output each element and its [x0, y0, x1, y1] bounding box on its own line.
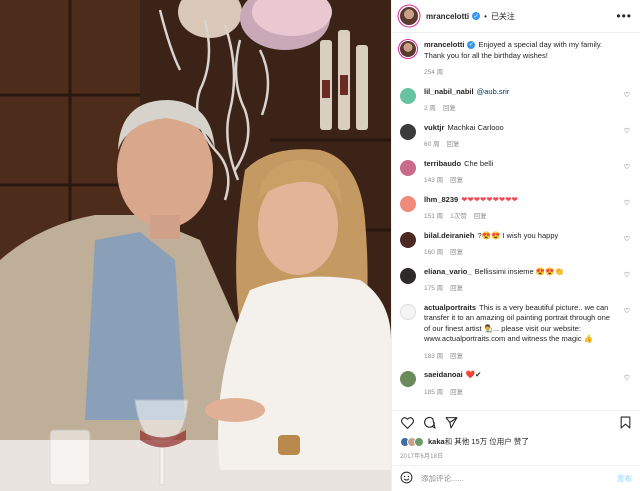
comment-meta: 185 周回复: [424, 388, 616, 399]
first-liker[interactable]: kaka: [428, 437, 445, 446]
comment-age: 175 周: [424, 285, 444, 292]
liker-avatars: [400, 436, 424, 447]
comment-age: 183 周: [424, 352, 444, 360]
action-bar: [392, 410, 640, 434]
commenter-avatar[interactable]: [400, 123, 416, 140]
likes-text[interactable]: 和 其他 15万 位用户 赞了: [445, 436, 529, 447]
commenter-avatar[interactable]: [400, 267, 416, 284]
commenter-avatar[interactable]: [400, 231, 416, 248]
like-heart-icon[interactable]: ♡: [624, 307, 630, 315]
comment-input[interactable]: [421, 474, 617, 483]
side-panel: mrancelotti ✓ • 已关注 ••• mrancelotti ✓ Enjo…: [391, 0, 640, 491]
commenter-avatar[interactable]: [400, 159, 416, 176]
caption-age: 254 周: [424, 69, 444, 76]
like-heart-icon[interactable]: ♡: [624, 163, 630, 171]
reply-button[interactable]: 回复: [450, 249, 463, 256]
like-heart-icon[interactable]: ♡: [624, 271, 630, 279]
comment: actualportraits This is a very beautiful …: [400, 303, 632, 363]
comment-age: 2 周: [424, 105, 436, 112]
reply-button[interactable]: 回复: [450, 177, 463, 184]
comment-meta: 143 周回复: [424, 176, 616, 187]
comment-username[interactable]: saeidanoai: [424, 370, 463, 379]
commenter-avatar[interactable]: [400, 303, 416, 320]
comment-username[interactable]: lil_nabil_nabil: [424, 87, 474, 96]
post-photo[interactable]: [0, 0, 391, 491]
like-heart-icon[interactable]: ♡: [624, 374, 630, 382]
comment: lil_nabil_nabil @aub.srir 2 周回复 ♡: [400, 87, 632, 115]
comment-meta: 151 周 1次赞 回复: [424, 212, 616, 223]
share-icon[interactable]: [444, 416, 458, 430]
comment-username[interactable]: terribaudo: [424, 159, 461, 168]
reply-button[interactable]: 回复: [443, 105, 456, 112]
comment-icon[interactable]: [422, 416, 436, 430]
post-header: mrancelotti ✓ • 已关注 •••: [392, 0, 640, 33]
comments-list[interactable]: mrancelotti ✓ Enjoyed a special day with m…: [392, 34, 640, 406]
comment-age: 60 周: [424, 141, 440, 148]
reply-button[interactable]: 回复: [450, 389, 463, 396]
comment: vuktjr Machkai Carlooo 60 周回复 ♡: [400, 123, 632, 151]
reply-button[interactable]: 回复: [450, 285, 463, 292]
comment-meta: 183 周回复: [424, 352, 616, 363]
comment: lhm_8239 ❤❤❤❤❤❤❤❤❤ 151 周 1次赞 回复 ♡: [400, 195, 632, 223]
comment-username[interactable]: vuktjr: [424, 123, 444, 132]
comment-text: ❤❤❤❤❤❤❤❤❤: [461, 194, 518, 204]
commenter-avatar[interactable]: [400, 87, 416, 104]
author-username[interactable]: mrancelotti: [426, 12, 469, 21]
comment-composer: 发布: [392, 465, 640, 491]
comment-meta: 175 周回复: [424, 284, 616, 295]
verified-badge-icon: ✓: [467, 41, 476, 50]
like-heart-icon[interactable]: ♡: [624, 199, 630, 207]
emoji-icon[interactable]: [400, 471, 413, 486]
bookmark-icon[interactable]: [618, 416, 632, 430]
comment: saeidanoai ❤️✔ 185 周回复 ♡: [400, 370, 632, 398]
comment-text[interactable]: @aub.srir: [477, 87, 510, 96]
verified-badge-icon: ✓: [472, 12, 481, 20]
comment-meta: 2 周回复: [424, 104, 616, 115]
comment-text: Machkai Carlooo: [447, 122, 504, 132]
post-comment-button[interactable]: 发布: [617, 473, 632, 484]
avatar: [414, 436, 424, 447]
comment-age: 185 周: [424, 388, 444, 396]
reply-button[interactable]: 回复: [450, 353, 463, 360]
author-avatar-small[interactable]: [400, 41, 416, 57]
comment-age: 151 周: [424, 213, 444, 220]
comment: eliana_vario_ Bellissimi insieme 😍😍👏 175 …: [400, 267, 632, 295]
caption-meta: 254 周: [424, 68, 616, 79]
comment-text: Che belli: [464, 158, 494, 168]
comment-text: ❤️✔: [465, 370, 482, 379]
like-heart-icon[interactable]: ♡: [624, 91, 630, 99]
like-heart-icon[interactable]: ♡: [624, 127, 630, 135]
commenter-avatar[interactable]: [400, 195, 416, 212]
likes-summary[interactable]: kaka 和 其他 15万 位用户 赞了: [400, 436, 632, 447]
comment-username[interactable]: lhm_8239: [424, 195, 458, 204]
reply-button[interactable]: 回复: [474, 213, 487, 220]
comment-text: ?😍😍 I wish you happy: [477, 230, 559, 240]
caption: mrancelotti ✓ Enjoyed a special day with m…: [400, 40, 632, 79]
caption-username[interactable]: mrancelotti: [424, 40, 464, 49]
commenter-avatar[interactable]: [400, 371, 416, 387]
post-date: 2017年6月18日: [400, 454, 444, 460]
like-heart-icon[interactable]: [400, 416, 414, 430]
comment-username[interactable]: bilal.deiranieh: [424, 231, 474, 240]
comment-age: 160 周: [424, 249, 444, 256]
comment: terribaudo Che belli 143 周回复 ♡: [400, 159, 632, 187]
comment-username[interactable]: eliana_vario_: [424, 267, 472, 276]
reply-button[interactable]: 回复: [447, 141, 460, 148]
author-avatar[interactable]: [400, 7, 418, 25]
comment-username[interactable]: actualportraits: [424, 303, 476, 312]
comment: bilal.deiranieh ?😍😍 I wish you happy 160 …: [400, 231, 632, 259]
more-options-icon[interactable]: •••: [616, 9, 632, 23]
comment-age: 143 周: [424, 177, 444, 184]
comment-meta: 60 周回复: [424, 140, 616, 151]
comment-text: Bellissimi insieme 😍😍👏: [474, 266, 564, 276]
like-heart-icon[interactable]: ♡: [624, 235, 630, 243]
comment-likes[interactable]: 1次赞: [450, 213, 467, 220]
separator-dot: •: [484, 11, 487, 21]
comment-meta: 160 周回复: [424, 248, 616, 259]
photo-illustration: [0, 0, 391, 491]
follow-status-button[interactable]: 已关注: [491, 11, 515, 22]
